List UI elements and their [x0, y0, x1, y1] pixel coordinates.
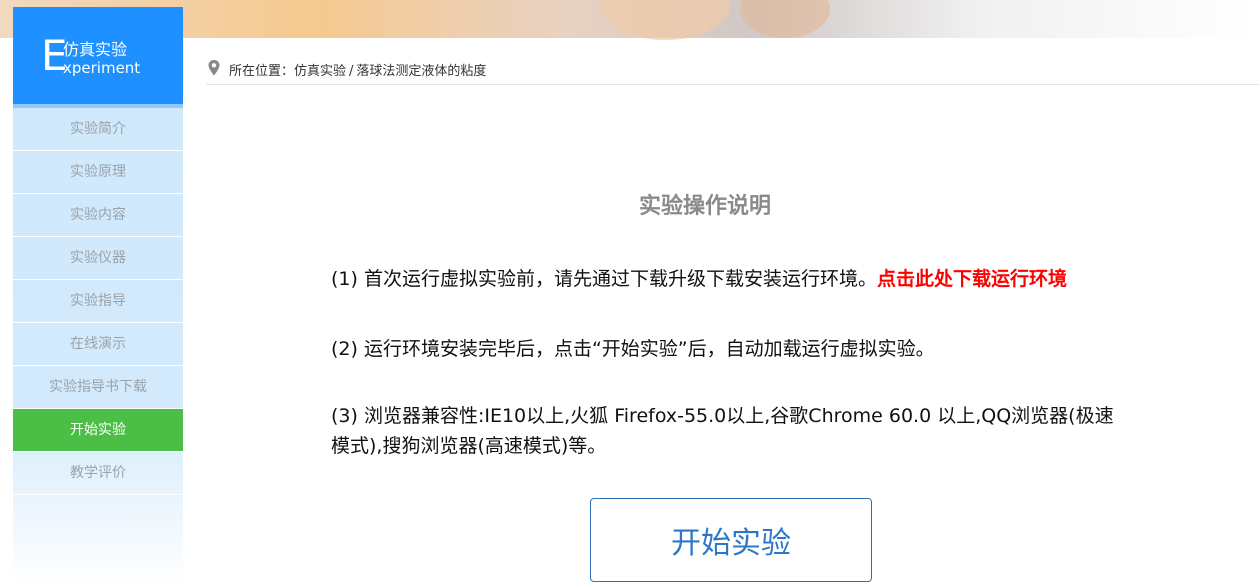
sidebar-item-instruments[interactable]: 实验仪器 [13, 237, 183, 280]
breadcrumb-separator: / [349, 64, 354, 79]
banner-decoration [600, 0, 730, 40]
sidebar-item-content[interactable]: 实验内容 [13, 194, 183, 237]
logo-title-cn: 仿真实验 [63, 40, 128, 59]
sidebar-item-principle[interactable]: 实验原理 [13, 151, 183, 194]
breadcrumb-prefix: 所在位置： [229, 64, 295, 79]
instruction-step-3: (3) 浏览器兼容性:IE10以上,火狐 Firefox-55.0以上,谷歌Ch… [331, 405, 1114, 457]
sidebar-nav: 实验简介 实验原理 实验内容 实验仪器 实验指导 在线演示 实验指导书下载 开始… [13, 108, 183, 495]
site-logo[interactable]: E 仿真实验 xperiment [13, 7, 183, 104]
header-banner [0, 0, 1259, 40]
sidebar-item-evaluation[interactable]: 教学评价 [13, 452, 183, 495]
start-experiment-button[interactable]: 开始实验 [590, 498, 872, 582]
breadcrumb: 所在位置：仿真实验 / 落球法测定液体的粘度 [206, 58, 1259, 85]
logo-title-en: xperiment [63, 59, 141, 77]
sidebar-item-guide[interactable]: 实验指导 [13, 280, 183, 323]
instruction-step-1-text: (1) 首次运行虚拟实验前，请先通过下载升级下载安装运行环境。 [331, 268, 877, 290]
instruction-step-1: (1) 首次运行虚拟实验前，请先通过下载升级下载安装运行环境。点击此处下载运行环… [331, 264, 1131, 294]
banner-decoration [740, 0, 830, 38]
breadcrumb-current: 落球法测定液体的粘度 [356, 64, 487, 79]
download-runtime-link[interactable]: 点击此处下载运行环境 [877, 268, 1067, 290]
sidebar-item-start-experiment[interactable]: 开始实验 [13, 409, 183, 452]
sidebar-item-demo[interactable]: 在线演示 [13, 323, 183, 366]
sidebar-item-intro[interactable]: 实验简介 [13, 108, 183, 151]
sidebar-item-guide-download[interactable]: 实验指导书下载 [13, 366, 183, 409]
location-pin-icon [207, 59, 221, 81]
sidebar: E 仿真实验 xperiment 实验简介 实验原理 实验内容 实验仪器 实验指… [13, 7, 183, 584]
page-title: 实验操作说明 [638, 194, 771, 219]
breadcrumb-link-parent[interactable]: 仿真实验 [294, 64, 346, 79]
instruction-step-2: (2) 运行环境安装完毕后，点击“开始实验”后，自动加载运行虚拟实验。 [331, 338, 935, 360]
